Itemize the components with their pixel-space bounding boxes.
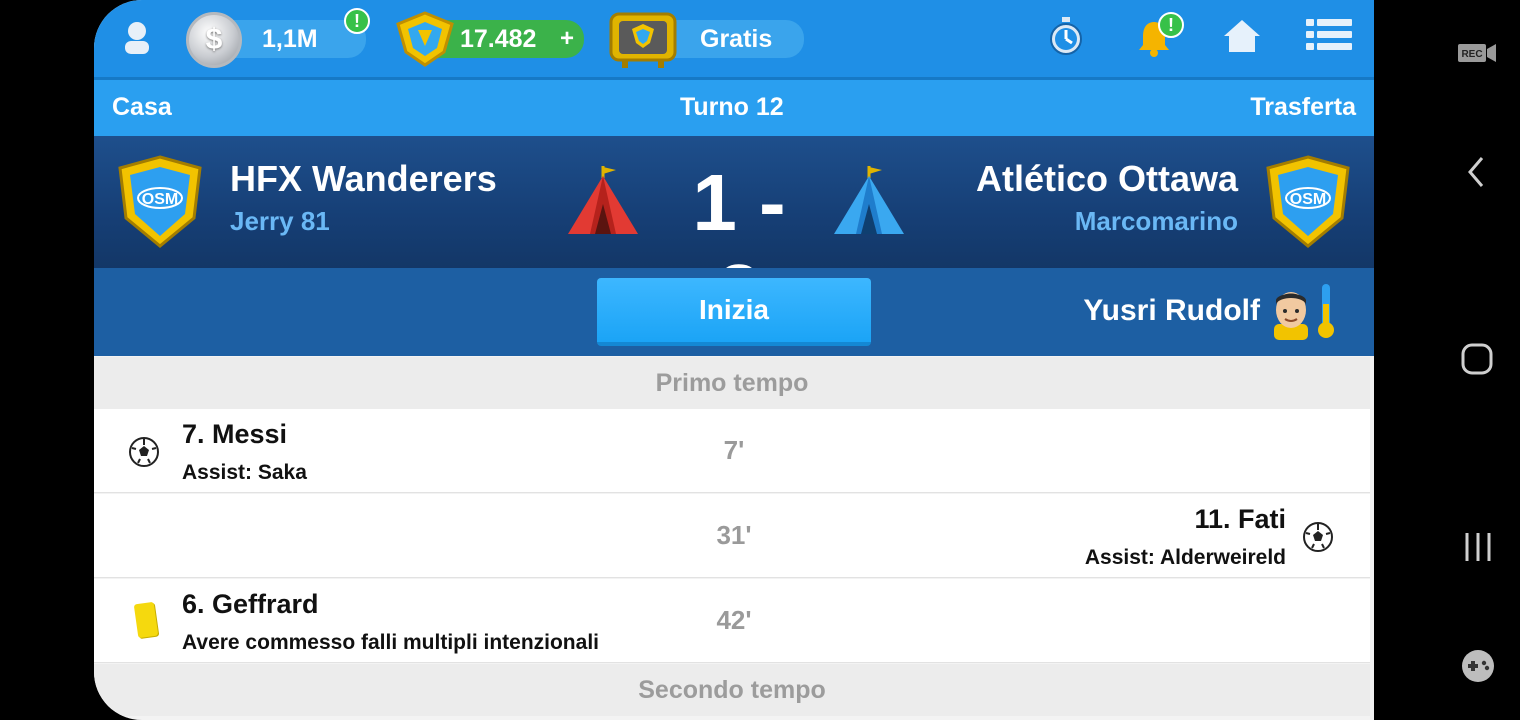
top-bar: 1,1M $ ! 17.482 + Gratis ! [94, 0, 1374, 80]
action-panel: Inizia Yusri Rudolf [94, 268, 1374, 356]
event-minute: 42' [716, 605, 752, 635]
tv-icon [609, 12, 677, 68]
stopwatch-icon[interactable] [1048, 16, 1084, 58]
coins-value: 1,1M [262, 24, 318, 53]
yellow-card-icon [133, 601, 159, 639]
event-row[interactable]: 6. Geffrard Avere commesso falli multipl… [94, 579, 1370, 663]
home-label: Casa [112, 93, 172, 121]
event-player: 7. Messi [182, 419, 288, 449]
game-tools-icon[interactable] [1460, 648, 1496, 684]
soccer-ball-icon [1303, 522, 1333, 552]
first-half-header: Primo tempo [94, 357, 1370, 409]
event-row[interactable]: 31' 11. Fati Assist: Alderweireld [94, 494, 1370, 578]
app-window: 1,1M $ ! 17.482 + Gratis ! Casa Turno 12… [94, 0, 1374, 720]
event-detail: Assist: Alderweireld [1084, 546, 1286, 569]
home-team-badge-icon[interactable]: OSM [114, 154, 206, 250]
back-icon[interactable] [1464, 154, 1488, 190]
event-player: 11. Fati [1194, 504, 1286, 534]
menu-icon[interactable] [1306, 18, 1352, 52]
away-label: Trasferta [1250, 93, 1356, 121]
home-nav-icon[interactable] [1460, 342, 1494, 376]
away-tent-icon [834, 166, 904, 234]
notification-alert-badge: ! [1158, 12, 1184, 38]
coins-alert-badge: ! [344, 8, 370, 34]
event-row[interactable]: 7. Messi Assist: Saka 7' [94, 409, 1370, 493]
thermometer-icon [1318, 284, 1334, 338]
event-player: 6. Geffrard [182, 589, 319, 619]
second-half-header: Secondo tempo [94, 664, 1370, 716]
rec-label: REC [1461, 49, 1482, 60]
away-team-name[interactable]: Atlético Ottawa [976, 158, 1238, 200]
home-team-name[interactable]: HFX Wanderers [230, 158, 497, 200]
away-team-badge-icon[interactable]: OSM [1262, 154, 1354, 250]
referee-avatar[interactable] [1268, 284, 1314, 340]
home-tent-icon [568, 166, 638, 234]
add-credits-button[interactable]: + [560, 25, 574, 53]
recent-apps-icon[interactable] [1462, 530, 1494, 564]
score-panel: OSM HFX Wanderers Jerry 81 1 - 2 Atlétic… [94, 136, 1374, 337]
credits-shield-icon [396, 11, 454, 67]
screen-record-icon[interactable]: REC [1456, 40, 1498, 66]
home-manager-name[interactable]: Jerry 81 [230, 206, 330, 237]
start-match-button[interactable]: Inizia [597, 278, 871, 346]
away-badge-text: OSM [1290, 191, 1326, 208]
credits-value: 17.482 [460, 24, 537, 53]
event-detail: Assist: Saka [182, 461, 307, 484]
coin-icon: $ [186, 12, 242, 68]
event-minute: 31' [716, 520, 752, 550]
home-badge-text: OSM [142, 191, 178, 208]
event-minute: 7' [723, 435, 745, 465]
match-header-row: Casa Turno 12 Trasferta [94, 80, 1374, 136]
soccer-ball-icon [129, 437, 159, 467]
away-manager-name[interactable]: Marcomarino [1075, 206, 1238, 237]
referee-name[interactable]: Yusri Rudolf [1083, 294, 1260, 328]
home-icon[interactable] [1222, 18, 1262, 54]
profile-icon[interactable] [120, 20, 154, 56]
round-label: Turno 12 [680, 93, 784, 121]
gratis-label: Gratis [700, 24, 773, 53]
event-detail: Avere commesso falli multipli intenziona… [182, 631, 599, 654]
